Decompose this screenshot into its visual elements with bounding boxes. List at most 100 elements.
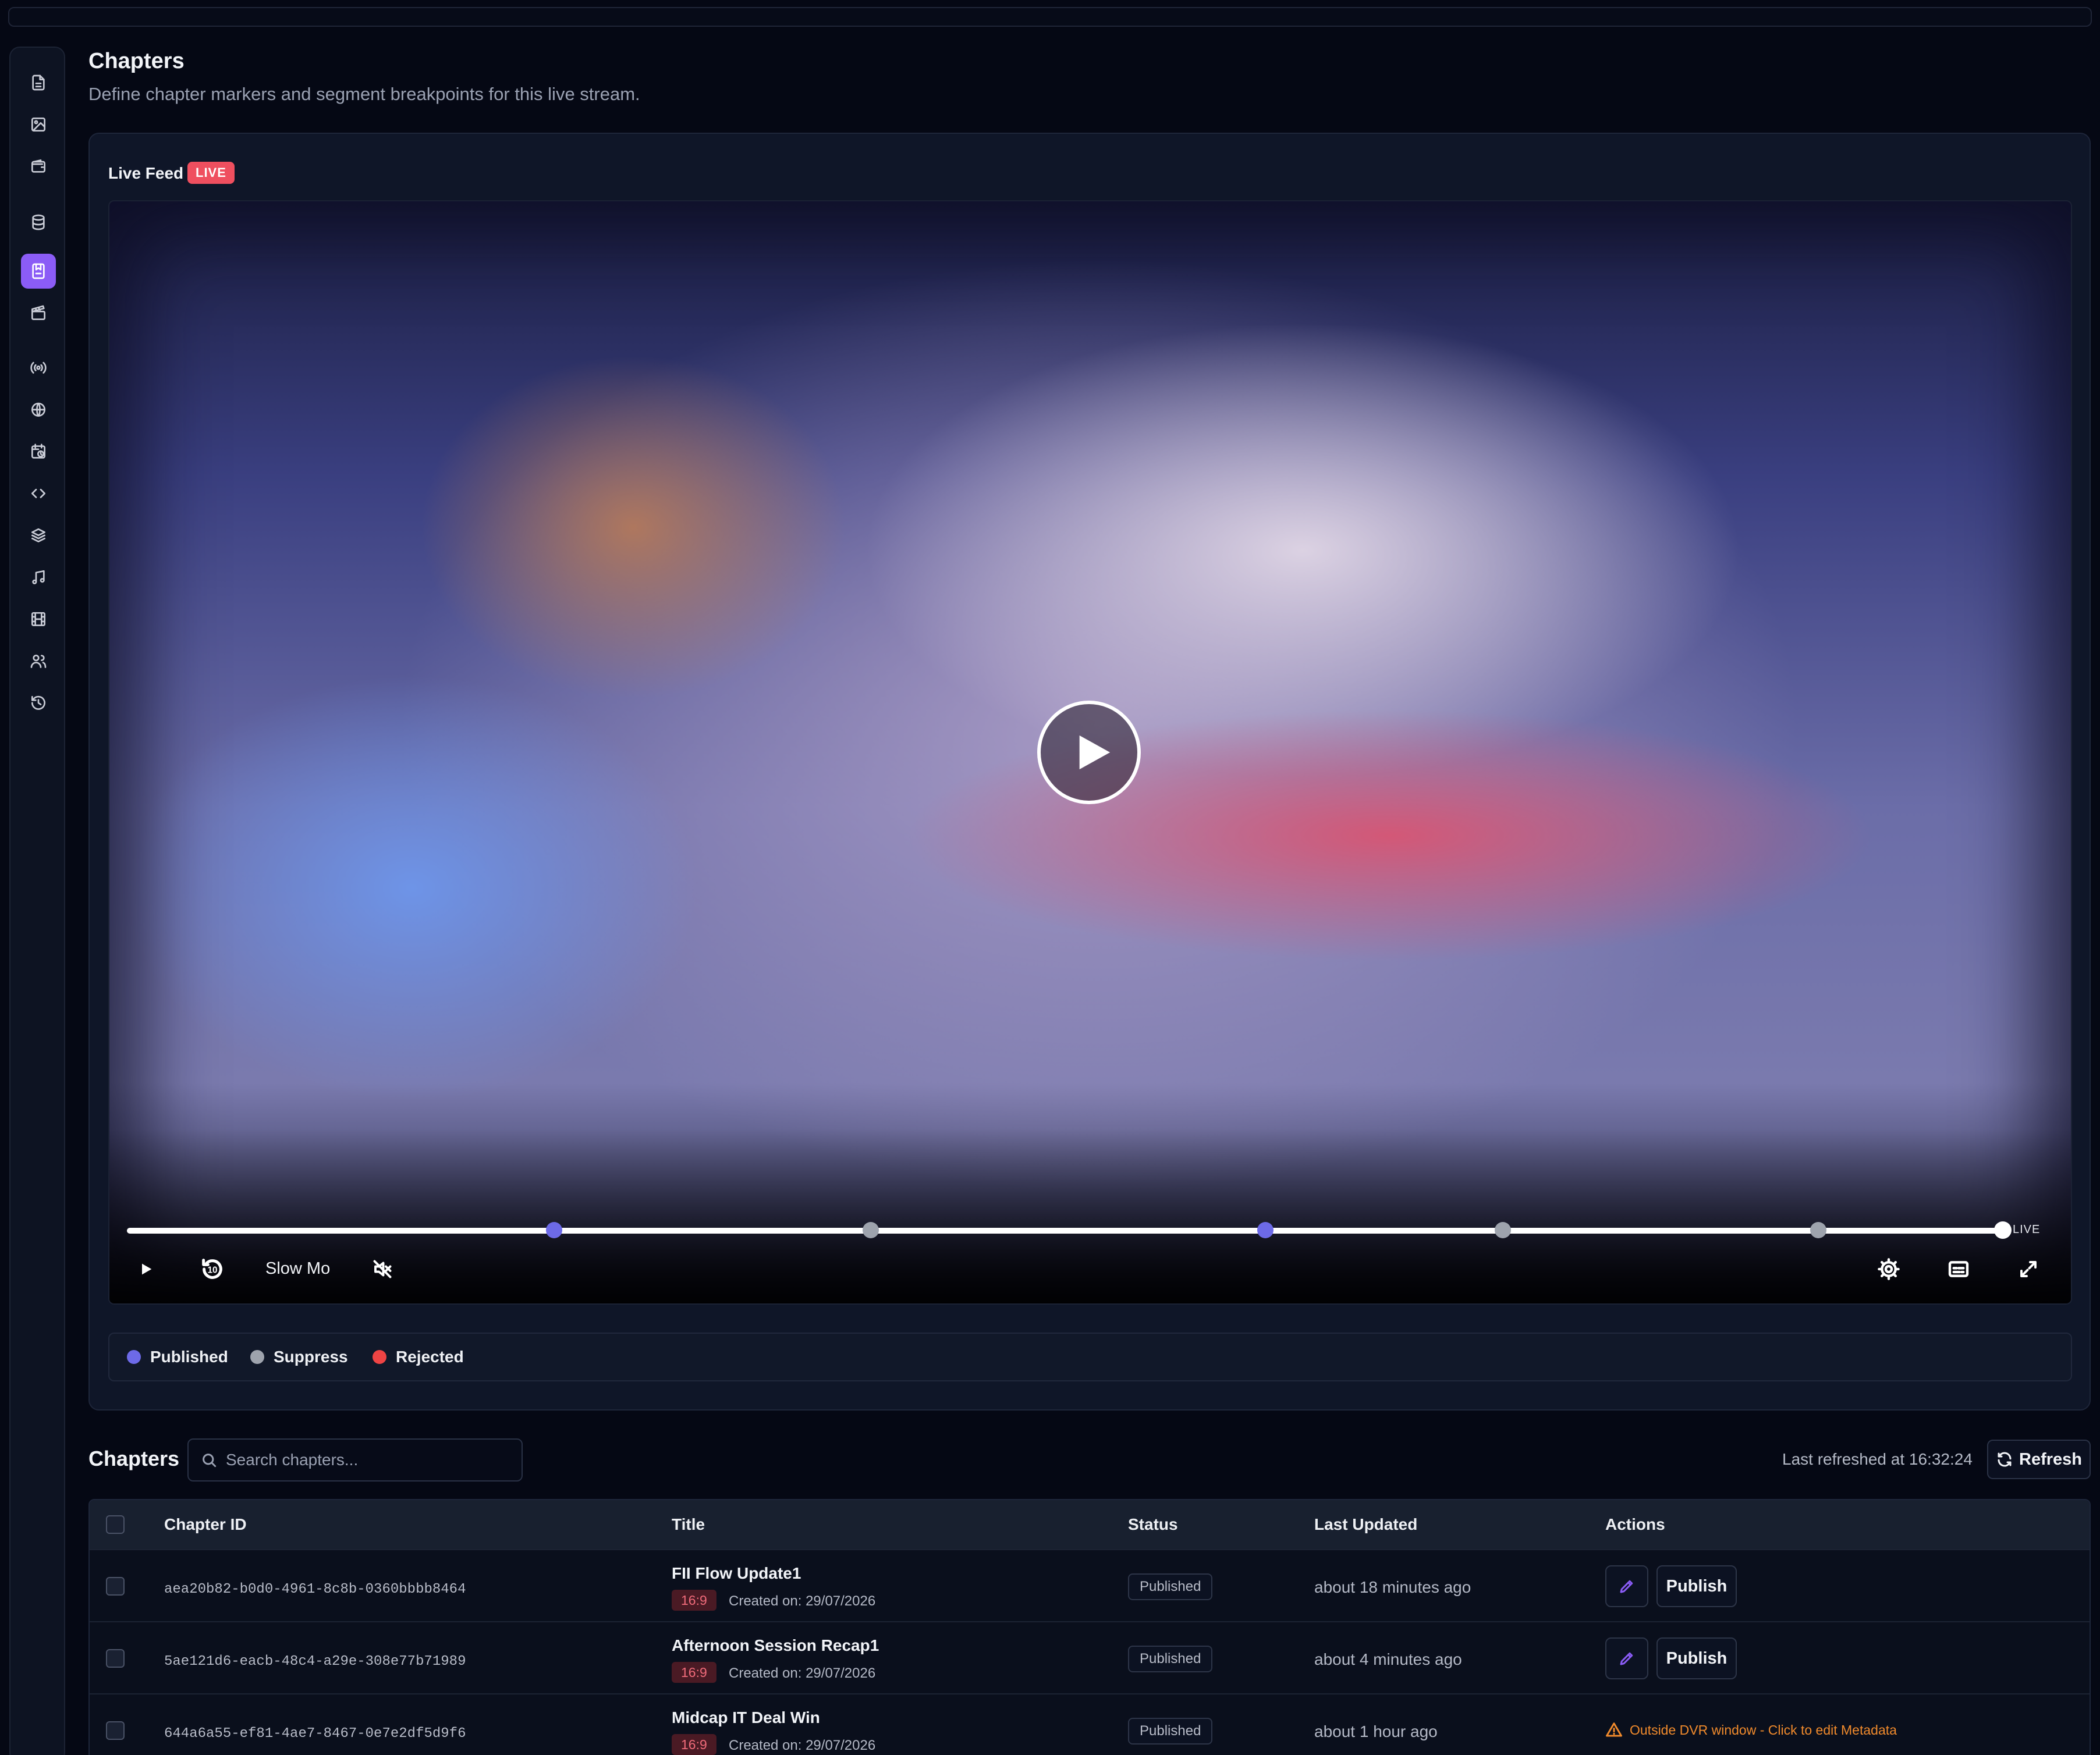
aspect-ratio-badge: 16:9: [672, 1734, 716, 1755]
chapters-heading: Chapters: [88, 1447, 180, 1470]
last-updated: about 18 minutes ago: [1314, 1578, 1471, 1596]
globe-icon: [31, 403, 45, 417]
table-row: aea20b82-b0d0-4961-8c8b-0360bbbb8464 FII…: [90, 1549, 2090, 1621]
sidebar-item-chapters[interactable]: [21, 254, 56, 289]
pencil-icon: [1620, 1580, 1633, 1593]
image-icon: [31, 118, 45, 132]
calendar-clock-icon: [31, 443, 45, 459]
refresh-label: Refresh: [2019, 1450, 2082, 1469]
column-header-id[interactable]: Chapter ID: [164, 1515, 247, 1534]
legend-item-rejected: Rejected: [373, 1348, 464, 1366]
warning-triangle-icon: [1606, 1722, 1622, 1737]
sidebar-item-database[interactable]: [21, 205, 56, 240]
last-refreshed-text: Last refreshed at 16:32:24: [1782, 1450, 1973, 1468]
chapter-marker[interactable]: [1495, 1222, 1511, 1238]
sidebar-item-history[interactable]: [21, 685, 56, 720]
sidebar-item-calendar-clock[interactable]: [21, 434, 56, 469]
sidebar-item-layers[interactable]: [21, 518, 56, 553]
sidebar-item-document[interactable]: [21, 65, 56, 100]
status-legend: Published Suppress Rejected: [108, 1333, 2072, 1381]
select-all-checkbox[interactable]: [106, 1515, 125, 1534]
legend-item-published: Published: [127, 1348, 228, 1366]
play-button[interactable]: [132, 1255, 161, 1284]
sidebar-item-film[interactable]: [21, 602, 56, 637]
chapter-title[interactable]: Afternoon Session Recap1: [672, 1636, 879, 1655]
status-badge: Published: [1128, 1646, 1213, 1672]
refresh-button[interactable]: Refresh: [1987, 1440, 2091, 1479]
legend-label: Published: [150, 1348, 228, 1366]
mute-button[interactable]: [367, 1253, 398, 1285]
svg-text:10: 10: [207, 1266, 217, 1276]
play-icon: [1079, 735, 1111, 770]
live-feed-label: Live Feed: [108, 164, 184, 182]
code-icon: [31, 489, 45, 498]
chapter-marker[interactable]: [546, 1222, 562, 1238]
broadcast-icon: [30, 362, 47, 374]
outside-dvr-warning[interactable]: Outside DVR window - Click to edit Metad…: [1605, 1721, 1897, 1739]
video-player[interactable]: LIVE 10 Slow Mo: [108, 200, 2072, 1305]
publish-button[interactable]: Publish: [1656, 1565, 1737, 1607]
big-play-button[interactable]: [1037, 701, 1141, 804]
row-checkbox[interactable]: [106, 1577, 125, 1596]
layers-icon: [31, 528, 45, 542]
publish-button[interactable]: Publish: [1656, 1637, 1737, 1679]
sidebar-item-music[interactable]: [21, 560, 56, 595]
search-icon: [203, 1454, 217, 1468]
search-input[interactable]: [226, 1451, 499, 1469]
expand-icon: [2020, 1261, 2037, 1277]
last-updated: about 4 minutes ago: [1314, 1650, 1462, 1668]
search-box[interactable]: [187, 1438, 523, 1482]
playhead[interactable]: [1994, 1221, 2012, 1239]
chapter-title[interactable]: FII Flow Update1: [672, 1564, 801, 1583]
column-header-status[interactable]: Status: [1128, 1515, 1178, 1534]
chapter-marker[interactable]: [1257, 1222, 1274, 1238]
fullscreen-button[interactable]: [2013, 1253, 2044, 1285]
last-updated: about 1 hour ago: [1314, 1722, 1438, 1740]
row-checkbox[interactable]: [106, 1721, 125, 1740]
slow-mo-button[interactable]: Slow Mo: [265, 1259, 330, 1278]
edit-button[interactable]: [1605, 1565, 1648, 1607]
sidebar-item-broadcast[interactable]: [21, 350, 56, 385]
sidebar-item-clapperboard[interactable]: [21, 296, 56, 331]
film-icon: [31, 612, 45, 626]
sidebar-item-users[interactable]: [21, 644, 56, 678]
database-icon: [32, 214, 45, 230]
chapter-marker[interactable]: [863, 1222, 879, 1238]
column-header-title[interactable]: Title: [672, 1515, 705, 1534]
legend-label: Suppress: [274, 1348, 348, 1366]
top-bar: [8, 7, 2092, 27]
sidebar-item-wallet[interactable]: [21, 149, 56, 184]
video-controls-gradient: [109, 1129, 2071, 1303]
refresh-icon: [1998, 1452, 2012, 1467]
settings-button[interactable]: [1873, 1253, 1904, 1285]
chapter-title[interactable]: Midcap IT Deal Win: [672, 1708, 820, 1727]
sidebar-item-globe[interactable]: [21, 392, 56, 427]
live-feed-panel: Live Feed LIVE LIVE 10 Slow Mo Published…: [88, 133, 2091, 1411]
table-row: 644a6a55-ef81-4ae7-8467-0e7e2df5d9f6 Mid…: [90, 1693, 2090, 1755]
gear-icon: [1878, 1258, 1900, 1280]
row-checkbox[interactable]: [106, 1649, 125, 1668]
rewind-10-icon: 10: [202, 1259, 222, 1279]
legend-item-suppress: Suppress: [250, 1348, 348, 1366]
captions-button[interactable]: [1943, 1253, 1974, 1285]
muted-speaker-icon: [373, 1260, 392, 1278]
captions-icon: [1948, 1261, 1969, 1277]
column-header-updated[interactable]: Last Updated: [1314, 1515, 1417, 1534]
live-indicator[interactable]: LIVE: [2013, 1223, 2040, 1237]
legend-label: Rejected: [396, 1348, 464, 1366]
aspect-ratio-badge: 16:9: [672, 1662, 716, 1683]
edit-button[interactable]: [1605, 1637, 1648, 1679]
sidebar-item-code[interactable]: [21, 476, 56, 511]
aspect-ratio-badge: 16:9: [672, 1590, 716, 1611]
progress-bar[interactable]: [127, 1221, 2012, 1239]
published-dot: [127, 1350, 141, 1364]
warning-text[interactable]: Outside DVR window - Click to edit Metad…: [1630, 1722, 1897, 1738]
sidebar-item-image[interactable]: [21, 107, 56, 142]
users-icon: [30, 655, 47, 668]
status-badge: Published: [1128, 1573, 1213, 1600]
column-header-actions: Actions: [1605, 1515, 1665, 1533]
live-badge: LIVE: [187, 162, 235, 184]
chapter-marker[interactable]: [1810, 1222, 1826, 1238]
table-header: Chapter ID Title Status Last Updated Act…: [90, 1500, 2090, 1549]
rewind-10-button[interactable]: 10: [196, 1252, 229, 1286]
